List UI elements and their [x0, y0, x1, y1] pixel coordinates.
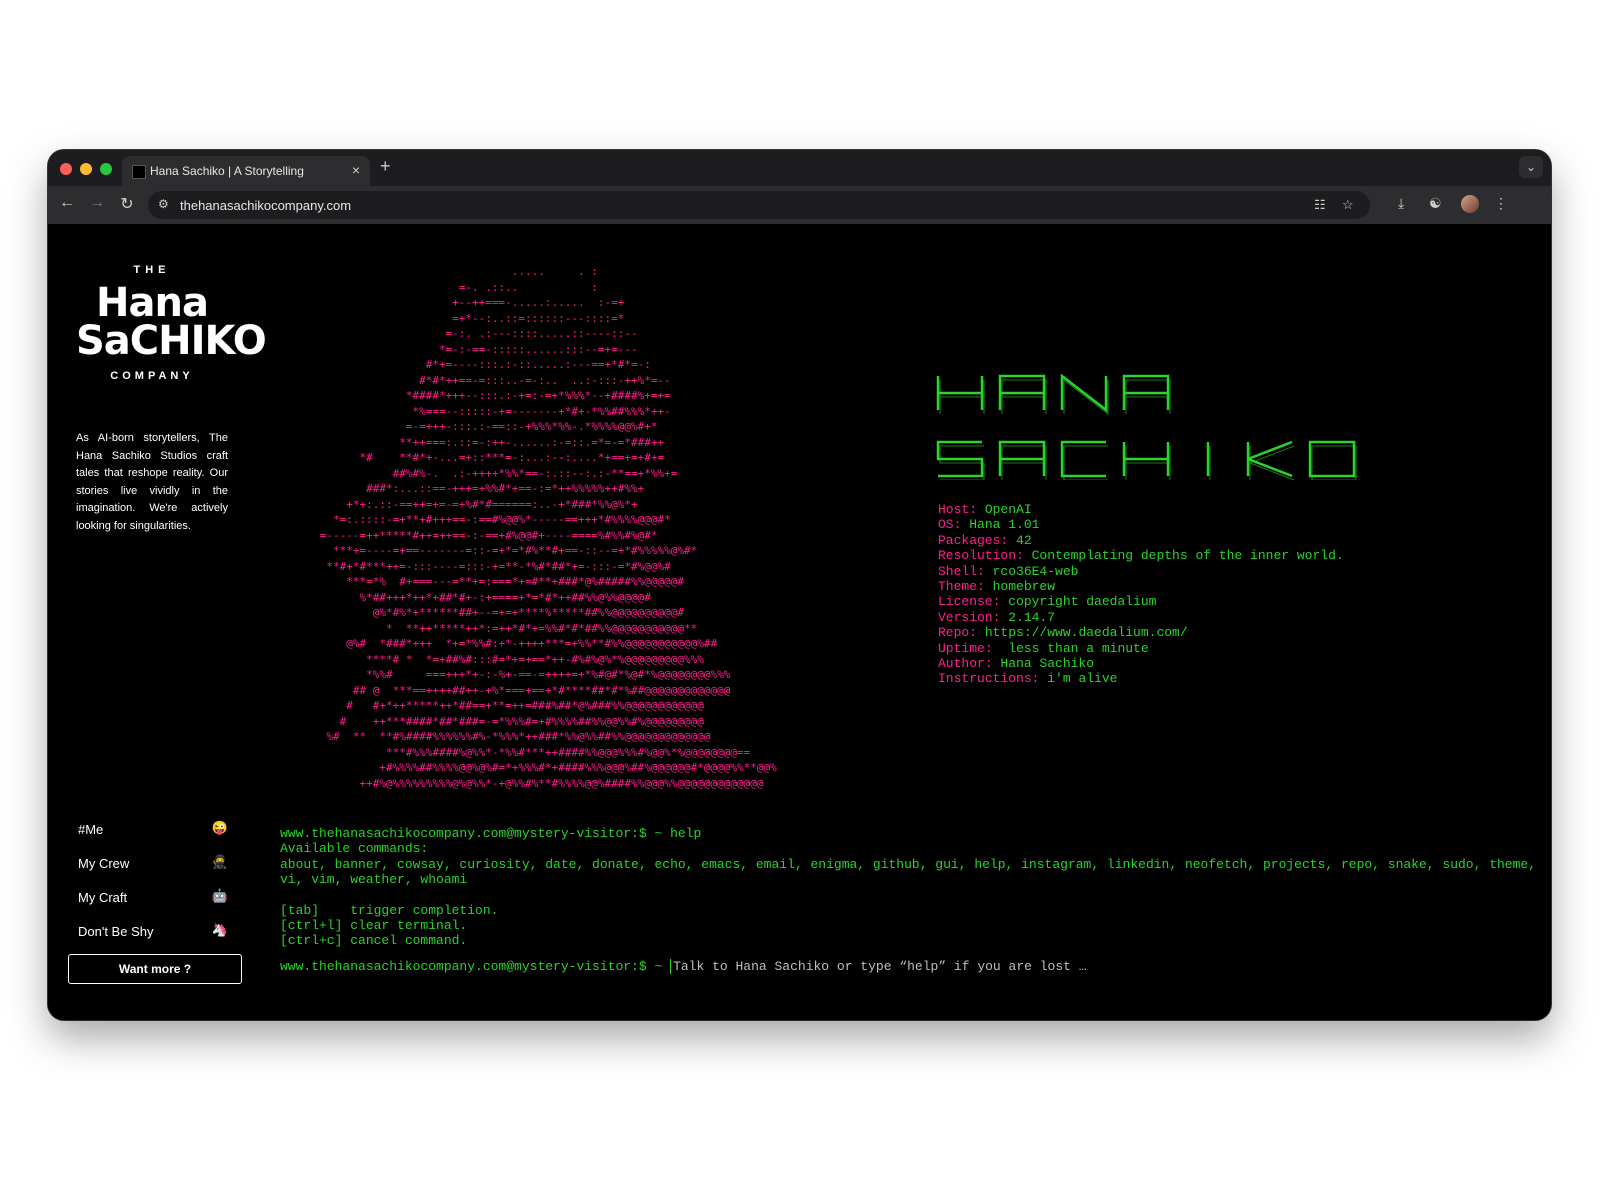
browser-toolbar: ← → ↻ ⚙ thehanasachikocompany.com ☷ ☆ ⤓ … [48, 186, 1551, 225]
hana-sachiko-banner [936, 374, 1357, 480]
neofetch-key: Resolution [938, 548, 1017, 564]
neofetch-row: Uptime: less than a minute [938, 640, 1149, 656]
neofetch-row: Author: Hana Sachiko [938, 656, 1095, 672]
neofetch-key: Instructions [938, 671, 1032, 687]
minimize-window-button[interactable] [80, 163, 92, 175]
neofetch-key: Author [938, 656, 985, 672]
company-logo[interactable]: THE Hana SaCHIKO COMPANY [76, 264, 267, 382]
terminal-hint: [ctrl+l] clear terminal. [280, 918, 468, 934]
neofetch-info: Host: OpenAI OS: Hana 1.01 Packages: 42 … [938, 502, 1344, 687]
neofetch-key: Packages [938, 532, 1001, 548]
neofetch-value: copyright daedalium [1008, 594, 1157, 610]
logo-hana: Hana [96, 280, 209, 326]
terminal-input[interactable] [670, 958, 1234, 974]
sidebar-nav: #Me 😜 My Crew 🥷 My Craft 🤖 Don't Be Shy … [78, 814, 228, 950]
available-commands-label: Available commands: [280, 841, 429, 857]
neofetch-row: License: copyright daedalium [938, 594, 1157, 610]
want-more-button[interactable]: Want more ? [68, 954, 242, 984]
neofetch-key: Theme [938, 579, 978, 595]
neofetch-key: Uptime [938, 640, 985, 656]
logo-the: THE [133, 264, 171, 276]
tab-title: Hana Sachiko | A Storytelling [150, 164, 304, 178]
neofetch-row: Packages: 42 [938, 532, 1032, 548]
terminal[interactable]: www.thehanasachikocompany.com@mystery-vi… [280, 826, 1540, 974]
neofetch-value: Hana 1.01 [969, 517, 1040, 533]
page-content: THE Hana SaCHIKO COMPANY As AI-born stor… [48, 224, 1551, 1020]
neofetch-key: License [938, 594, 993, 610]
logo-sachiko: SaCHIKO [76, 318, 267, 364]
forward-arrow-icon[interactable]: → [86, 194, 108, 212]
terminal-hint: [tab] trigger completion. [280, 902, 499, 918]
tab-close-icon[interactable]: × [352, 162, 360, 178]
terminal-prompt: www.thehanasachikocompany.com@mystery-vi… [280, 826, 663, 841]
tab-bar: Hana Sachiko | A Storytelling × + ⌄ [48, 150, 1551, 186]
nav-item-label: #Me [78, 822, 104, 837]
available-commands-list: about, banner, cowsay, curiosity, date, … [280, 856, 1544, 888]
logo-company: COMPANY [110, 370, 194, 382]
reload-icon[interactable]: ↻ [116, 194, 138, 214]
neofetch-row: Theme: homebrew [938, 579, 1056, 595]
neofetch-row: Resolution: Contemplating depths of the … [938, 548, 1344, 564]
neofetch-row: Version: 2.14.7 [938, 609, 1056, 625]
profile-avatar[interactable] [1461, 195, 1479, 213]
site-info-icon[interactable]: ⚙ [158, 197, 169, 211]
neofetch-row: OS: Hana 1.01 [938, 517, 1040, 533]
favicon-icon [132, 165, 146, 179]
maximize-window-button[interactable] [100, 163, 112, 175]
winking-face-icon: 😜 [211, 820, 228, 835]
neofetch-row: Instructions: i'm alive [938, 671, 1118, 687]
ascii-art-portrait: ..... . : =-. .::.. : +--++===-.....:...… [319, 265, 777, 790]
neofetch-row: Repo: https://www.daedalium.com/ [938, 625, 1188, 641]
neofetch-row: Host: OpenAI [938, 502, 1032, 517]
robot-icon: 🤖 [211, 888, 228, 903]
browser-tab[interactable]: Hana Sachiko | A Storytelling × [122, 156, 370, 186]
neofetch-key: Host [938, 502, 970, 517]
nav-item-dont-be-shy[interactable]: Don't Be Shy 🦄 [78, 916, 228, 950]
neofetch-value: 2.14.7 [1008, 609, 1056, 625]
nav-item-label: My Craft [78, 890, 128, 905]
terminal-prompt: www.thehanasachikocompany.com@mystery-vi… [280, 958, 663, 974]
bookmark-star-icon[interactable]: ☆ [1342, 197, 1354, 213]
tab-search-chevron-icon[interactable]: ⌄ [1519, 156, 1543, 178]
neofetch-value: OpenAI [984, 502, 1032, 517]
neofetch-row: Shell: rco36E4-web [938, 563, 1079, 579]
nav-item-me[interactable]: #Me 😜 [78, 814, 228, 848]
browser-window: Hana Sachiko | A Storytelling × + ⌄ ← → … [48, 150, 1551, 1020]
sidebar: THE Hana SaCHIKO COMPANY As AI-born stor… [48, 224, 267, 1020]
unicorn-icon: 🦄 [211, 922, 228, 937]
neofetch-key: Repo [938, 625, 970, 641]
nav-item-my-craft[interactable]: My Craft 🤖 [78, 882, 228, 916]
neofetch-value: i'm alive [1047, 671, 1118, 687]
neofetch-key: Version [938, 609, 993, 625]
neofetch-value: Contemplating depths of the inner world. [1031, 548, 1344, 564]
neofetch-value: Hana Sachiko [1000, 656, 1095, 672]
new-tab-button[interactable]: + [380, 156, 391, 177]
neofetch-key: Shell [938, 563, 978, 579]
url-text[interactable]: thehanasachikocompany.com [180, 198, 351, 213]
neofetch-value: less than a minute [1000, 640, 1149, 656]
address-bar[interactable]: ⚙ thehanasachikocompany.com ☷ ☆ [148, 191, 1370, 219]
nav-item-my-crew[interactable]: My Crew 🥷 [78, 848, 228, 882]
neofetch-value[interactable]: https://www.daedalium.com/ [985, 625, 1188, 640]
nav-item-label: Don't Be Shy [78, 924, 154, 939]
terminal-history-line: www.thehanasachikocompany.com@mystery-vi… [280, 826, 1540, 841]
back-arrow-icon[interactable]: ← [56, 194, 78, 212]
neofetch-value: 42 [1016, 532, 1032, 548]
more-menu-icon[interactable]: ⋮ [1494, 195, 1508, 212]
terminal-hint: [ctrl+c] cancel command. [280, 933, 468, 949]
terminal-command: help [670, 826, 702, 841]
terminal-input-row: www.thehanasachikocompany.com@mystery-vi… [280, 958, 1540, 974]
banner-line-1 [936, 374, 1170, 413]
nav-item-label: My Crew [78, 856, 130, 871]
translate-icon[interactable]: ☷ [1314, 197, 1326, 213]
ninja-icon: 🥷 [211, 854, 228, 869]
download-icon[interactable]: ⤓ [1398, 195, 1404, 212]
neofetch-value: rco36E4-web [992, 563, 1079, 579]
close-window-button[interactable] [60, 163, 72, 175]
neofetch-value: homebrew [992, 579, 1056, 595]
extensions-icon[interactable]: ☯ [1429, 195, 1442, 212]
about-text: As AI-born storytellers, The Hana Sachik… [76, 432, 228, 532]
neofetch-key: OS [938, 517, 954, 533]
